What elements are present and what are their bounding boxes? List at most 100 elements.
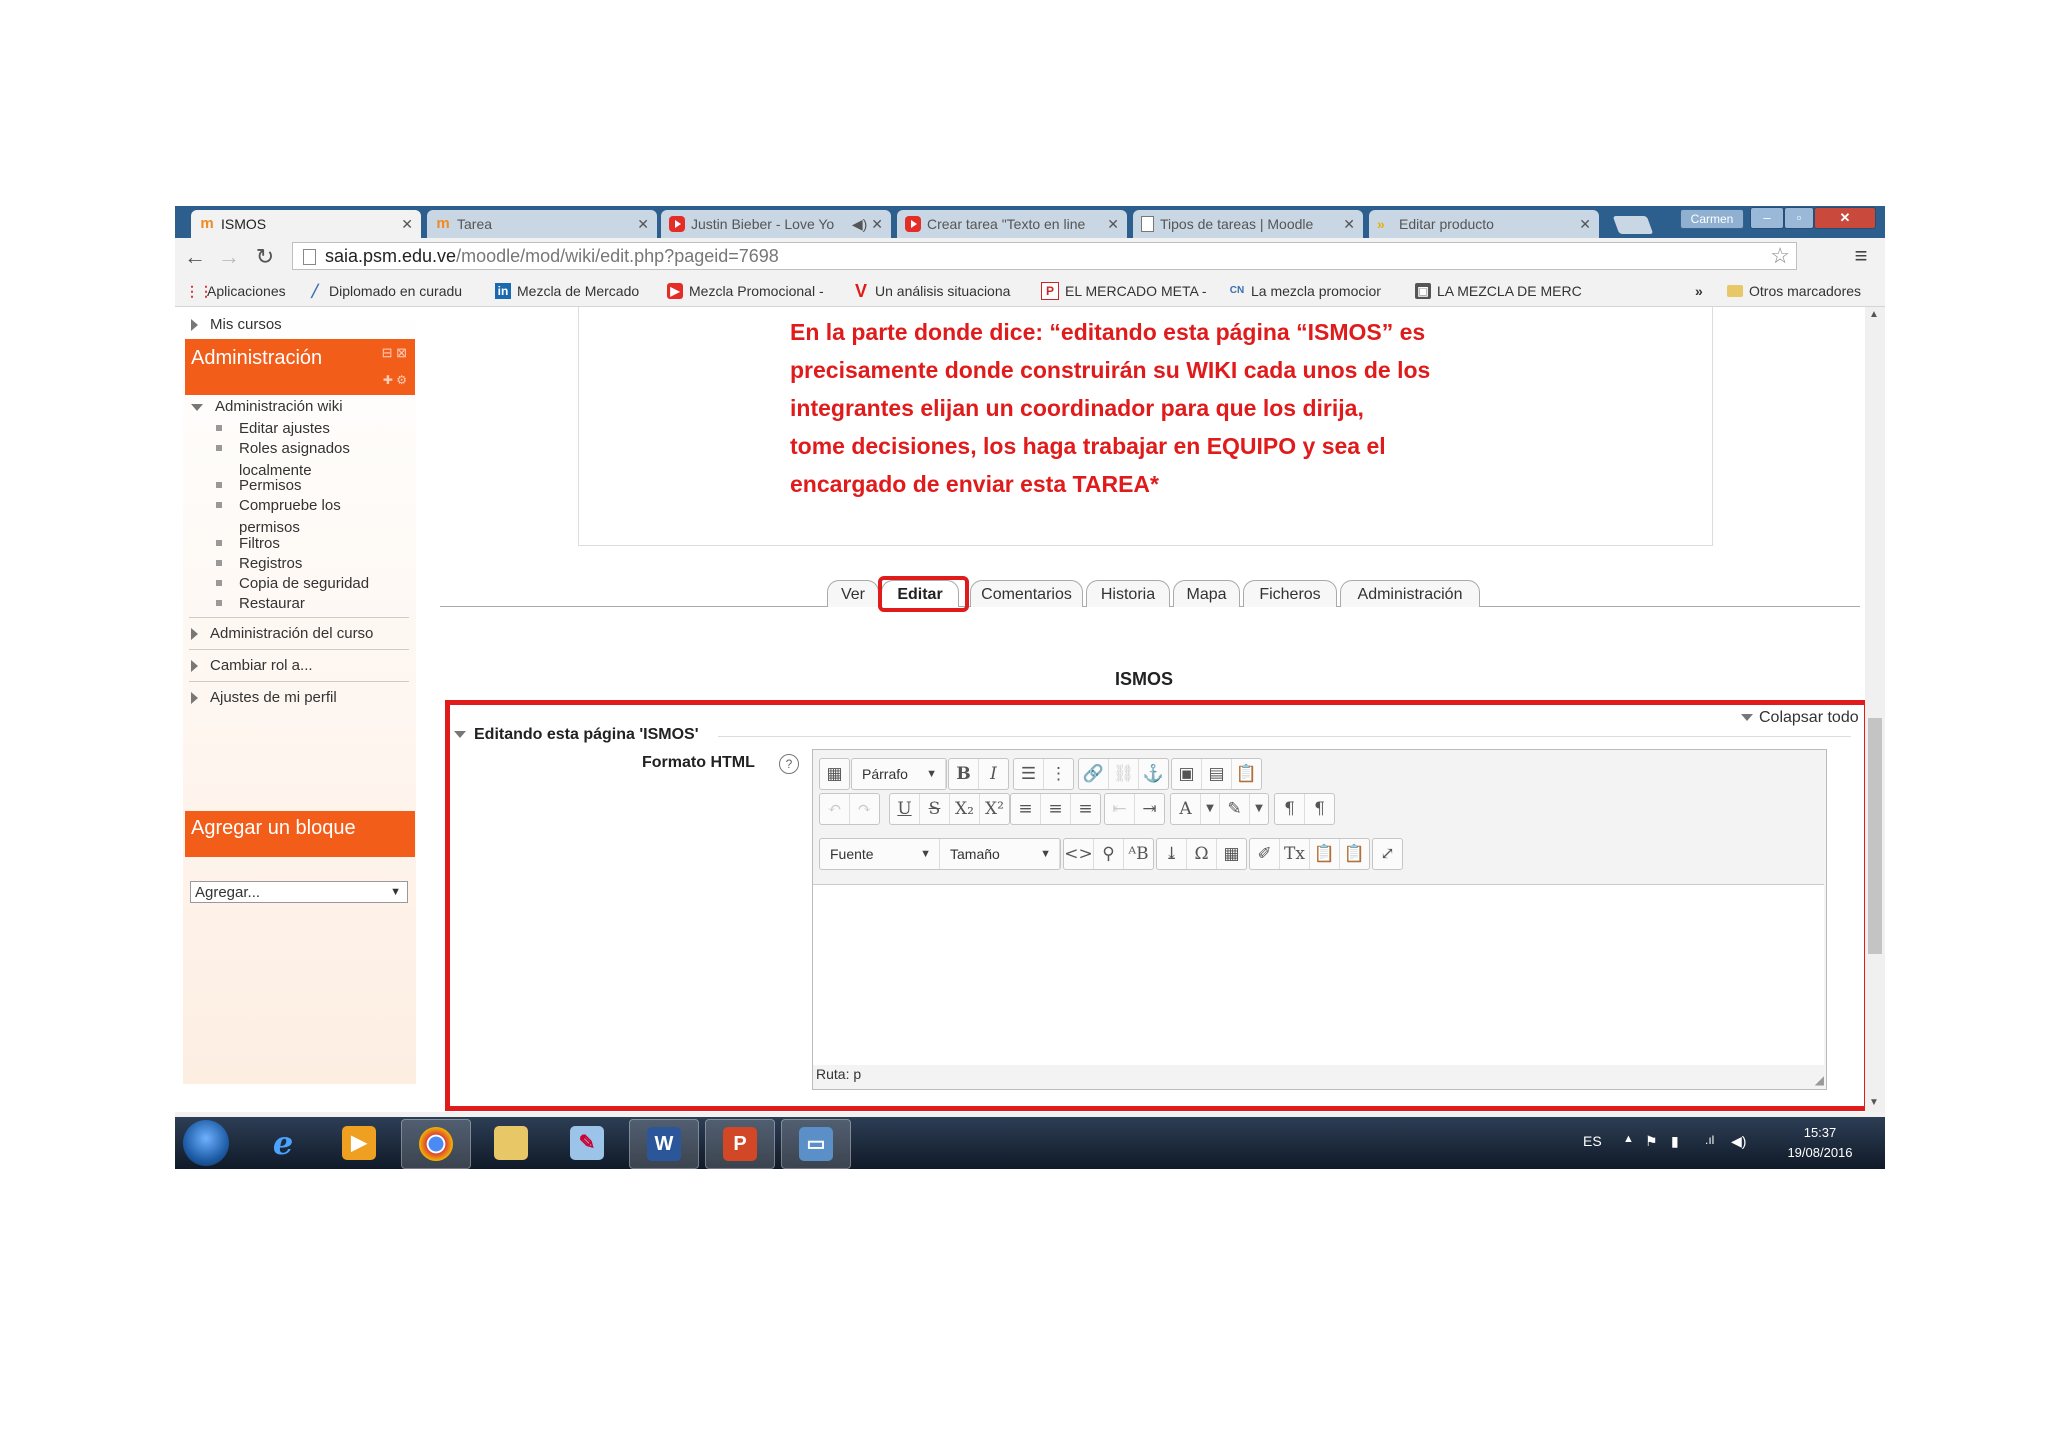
link-edit-settings[interactable]: Editar ajustes [239, 418, 330, 440]
special-character-icon[interactable]: Ω [1187, 839, 1217, 869]
bookmark-mercado-meta[interactable]: P EL MERCADO META - [1041, 282, 1207, 300]
other-bookmarks[interactable]: Otros marcadores [1727, 282, 1861, 300]
tab-tarea[interactable]: m Tarea ✕ [427, 210, 657, 238]
add-block-select[interactable]: Agregar... ▼ [190, 881, 408, 903]
scrollbar-thumb[interactable] [1868, 718, 1882, 954]
fullscreen-icon[interactable]: ⤢ [1373, 839, 1402, 869]
paste-text-icon[interactable]: 📋 [1310, 839, 1340, 869]
tab-history[interactable]: Historia [1086, 580, 1170, 607]
table-icon[interactable]: ▦ [1217, 839, 1246, 869]
scroll-down-icon[interactable]: ▼ [1869, 1097, 1879, 1108]
numbered-list-icon[interactable]: ⋮ [1044, 759, 1073, 789]
close-icon[interactable]: ✕ [871, 216, 883, 233]
subscript-icon[interactable]: X₂ [950, 794, 980, 824]
new-tab-button[interactable] [1612, 216, 1654, 234]
maximize-button[interactable]: ▫ [1784, 207, 1814, 229]
anchor-icon[interactable]: ⚓ [1139, 759, 1168, 789]
link-backup[interactable]: Copia de seguridad [239, 573, 369, 595]
redo-icon[interactable]: ↷ [850, 794, 879, 824]
bookmark-star-icon[interactable]: ☆ [1770, 243, 1790, 269]
paste-icon[interactable]: 📋 [1232, 759, 1261, 789]
unlink-icon[interactable]: ⛓ [1109, 759, 1139, 789]
address-bar[interactable]: saia.psm.edu.ve/moodle/mod/wiki/edit.php… [292, 242, 1797, 270]
indent-icon[interactable]: ⇥ [1135, 794, 1164, 824]
bookmark-mezcla-promocion[interactable]: CN La mezcla promocion [1229, 282, 1381, 300]
nav-course-admin[interactable]: Administración del curso [191, 625, 373, 642]
chevron-down-icon[interactable]: ▼ [1201, 794, 1220, 824]
outdent-icon[interactable]: ⇤ [1105, 794, 1135, 824]
taskbar-media-player[interactable]: ▶ [325, 1119, 393, 1167]
taskbar-image-viewer[interactable]: ▭ [781, 1119, 851, 1169]
bookmark-la-mezcla[interactable]: ▣ LA MEZCLA DE MERC [1415, 282, 1590, 300]
bullet-list-icon[interactable]: ☰ [1014, 759, 1044, 789]
font-size-select[interactable]: Tamaño ▼ [940, 839, 1060, 869]
close-icon[interactable]: ✕ [401, 216, 413, 233]
bookmark-mezcla-mercado[interactable]: in Mezcla de Mercado [495, 282, 639, 300]
chevron-down-icon[interactable]: ▼ [1250, 794, 1268, 824]
taskbar-paint[interactable]: ✎ [553, 1119, 621, 1167]
tab-map[interactable]: Mapa [1173, 580, 1240, 607]
link-filters[interactable]: Filtros [239, 533, 280, 555]
underline-icon[interactable]: U [890, 794, 920, 824]
link-logs[interactable]: Registros [239, 553, 302, 575]
tab-files[interactable]: Ficheros [1243, 580, 1337, 607]
font-color-icon[interactable]: A [1171, 794, 1201, 824]
strikethrough-icon[interactable]: S [920, 794, 950, 824]
link-restore[interactable]: Restaurar [239, 593, 305, 615]
block-controls-icon[interactable]: ⊟ ⊠ [382, 345, 407, 361]
tab-crear-tarea[interactable]: Crear tarea "Texto en line ✕ [897, 210, 1127, 238]
align-left-icon[interactable]: ≡ [1011, 794, 1041, 824]
tab-tipos-de-tareas[interactable]: Tipos de tareas | Moodle ✕ [1133, 210, 1363, 238]
show-hidden-icons-icon[interactable]: ▲ [1623, 1133, 1634, 1145]
taskbar-internet-explorer[interactable]: e [249, 1119, 317, 1167]
taskbar-chrome[interactable] [401, 1119, 471, 1169]
image-icon[interactable]: ▣ [1172, 759, 1202, 789]
tab-justin-bieber[interactable]: Justin Bieber - Love Yo ◀) ✕ [661, 210, 891, 238]
highlight-color-icon[interactable]: ✎ [1220, 794, 1250, 824]
collapse-all-link[interactable]: Colapsar todo [1741, 709, 1859, 727]
close-icon[interactable]: ✕ [637, 216, 649, 233]
back-arrow-icon[interactable]: ← [181, 243, 209, 271]
ltr-icon[interactable]: ¶ [1275, 794, 1305, 824]
align-right-icon[interactable]: ≡ [1071, 794, 1100, 824]
bookmark-analisis[interactable]: V Un análisis situaciona [853, 282, 1025, 300]
nav-my-courses[interactable]: Mis cursos [191, 316, 282, 333]
bookmark-apps[interactable]: ⋮⋮ Aplicaciones [185, 282, 286, 300]
move-icon[interactable]: ✚ ⚙ [383, 373, 407, 387]
italic-icon[interactable]: I [979, 759, 1008, 789]
paste-word-icon[interactable]: 📋 [1340, 839, 1369, 869]
superscript-icon[interactable]: X² [980, 794, 1009, 824]
forward-arrow-icon[interactable]: → [215, 243, 243, 271]
language-indicator[interactable]: ES [1583, 1133, 1602, 1149]
nav-profile-settings[interactable]: Ajustes de mi perfil [191, 689, 337, 706]
menu-icon[interactable]: ≡ [1851, 245, 1871, 267]
volume-icon[interactable]: ◀) [1731, 1133, 1746, 1150]
align-center-icon[interactable]: ≡ [1041, 794, 1071, 824]
editor-content-area[interactable] [813, 884, 1824, 1065]
start-button[interactable] [183, 1120, 229, 1166]
vertical-scrollbar[interactable]: ▲ ▼ [1865, 307, 1885, 1112]
reload-icon[interactable]: ↻ [251, 243, 279, 271]
undo-icon[interactable]: ↶ [820, 794, 850, 824]
replace-icon[interactable]: ᴬB [1124, 839, 1153, 869]
minimize-button[interactable]: – [1750, 207, 1784, 229]
insert-icon[interactable]: ⤓ [1157, 839, 1187, 869]
resize-handle-icon[interactable]: ◢ [1815, 1073, 1824, 1087]
close-icon[interactable]: ✕ [1107, 216, 1119, 233]
nav-switch-role[interactable]: Cambiar rol a... [191, 657, 313, 674]
font-family-select[interactable]: Fuente ▼ [820, 839, 940, 869]
link-permissions[interactable]: Permisos [239, 475, 302, 497]
taskbar-file-explorer[interactable] [477, 1119, 545, 1167]
taskbar-powerpoint[interactable]: P [705, 1119, 775, 1169]
bookmark-mezcla-promocional[interactable]: ▶ Mezcla Promocional - [667, 282, 824, 300]
window-close-button[interactable]: ✕ [1814, 207, 1876, 229]
bookmarks-overflow-button[interactable]: » [1695, 282, 1703, 300]
system-clock[interactable]: 15:37 19/08/2016 [1765, 1123, 1875, 1163]
tab-view[interactable]: Ver [827, 580, 879, 607]
code-icon[interactable]: <> [1064, 839, 1094, 869]
toolbar-toggle-icon[interactable]: ▦ [820, 759, 849, 789]
paragraph-format-select[interactable]: Párrafo ▼ [852, 759, 946, 789]
close-icon[interactable]: ✕ [1579, 216, 1591, 233]
rtl-icon[interactable]: ¶ [1305, 794, 1334, 824]
profile-button[interactable]: Carmen [1680, 209, 1744, 229]
